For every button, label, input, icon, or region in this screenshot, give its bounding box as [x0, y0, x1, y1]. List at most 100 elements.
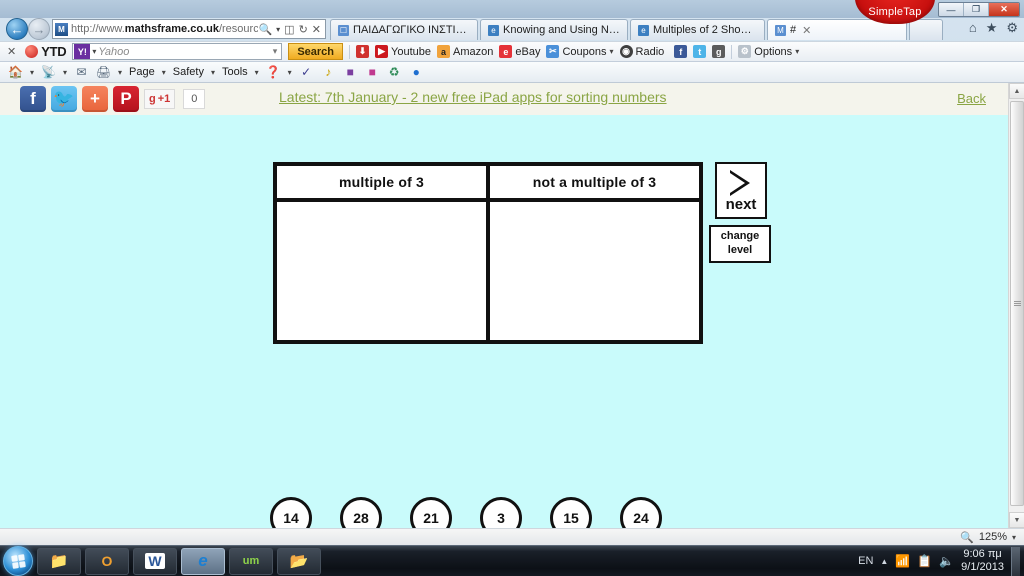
mail-icon[interactable]: ✉ [74, 65, 89, 79]
number-token[interactable]: 14 [270, 497, 312, 528]
toolbar-item-radio[interactable]: ◉ Radio [619, 45, 664, 58]
bluetooth-icon[interactable]: ● [409, 65, 424, 79]
show-hidden-icons-icon[interactable]: ▲ [880, 557, 888, 566]
drop-zone-not-multiple[interactable] [490, 202, 699, 340]
toolbar-item-amazon[interactable]: a Amazon [437, 45, 493, 58]
number-token[interactable]: 3 [480, 497, 522, 528]
language-indicator[interactable]: EN [858, 555, 873, 567]
search-input[interactable]: Yahoo [96, 46, 268, 58]
twitter-share-button[interactable]: 🐦 [51, 86, 77, 112]
show-desktop-button[interactable] [1011, 546, 1020, 576]
minimize-button[interactable]: — [939, 3, 964, 16]
chevron-down-icon[interactable]: ▾ [255, 68, 259, 77]
close-toolbar-icon[interactable]: ✕ [4, 45, 19, 58]
drop-zone-multiple[interactable] [277, 202, 490, 340]
change-level-line2: level [727, 244, 753, 256]
addthis-share-button[interactable]: + [82, 86, 108, 112]
menu-safety[interactable]: Safety [173, 66, 204, 78]
back-link[interactable]: Back [957, 91, 986, 106]
taskbar-explorer-folder[interactable]: 📁 [37, 547, 81, 575]
tab-2[interactable]: e Multiples of 2 Shootout [630, 19, 765, 40]
number-token[interactable]: 28 [340, 497, 382, 528]
clock[interactable]: 9:06 πμ 9/1/2013 [961, 548, 1004, 573]
ebay-icon: e [499, 45, 513, 58]
tools-gear-icon[interactable]: ⚙ [1006, 20, 1018, 36]
maximize-button[interactable]: ❐ [964, 3, 989, 16]
google-plusone-button[interactable]: g +1 [144, 89, 176, 109]
action-center-icon[interactable]: 📋 [917, 554, 932, 568]
favorites-star-icon[interactable]: ★ [986, 20, 998, 36]
chevron-down-icon[interactable]: ▾ [211, 68, 215, 77]
zoom-icon[interactable]: 🔍 [960, 531, 974, 544]
taskbar-outlook[interactable]: O [85, 547, 129, 575]
chevron-down-icon[interactable]: ▾ [162, 68, 166, 77]
close-icon[interactable]: ✕ [802, 24, 811, 37]
forward-button[interactable]: → [28, 18, 50, 40]
zoom-level-label[interactable]: 125% [979, 531, 1007, 543]
scroll-up-icon[interactable]: ▲ [1009, 83, 1024, 99]
play-triangle-icon [730, 169, 752, 196]
chevron-down-icon[interactable]: ▾ [63, 68, 67, 77]
close-button[interactable]: ✕ [989, 3, 1019, 16]
toolbar-options-button[interactable]: ⚙ Options ▾ [738, 45, 799, 58]
tab-0[interactable]: ☐ ΠΑΙΔΑΓΩΓΙΚΟ ΙΝΣΤΙΤΟΥΤΟ ΚΥ... [330, 19, 478, 40]
taskbar-media-player[interactable]: um [229, 547, 273, 575]
explorer-icon: 📂 [289, 553, 309, 570]
menu-tools[interactable]: Tools [222, 66, 248, 78]
taskbar-explorer-window[interactable]: 📂 [277, 547, 321, 575]
new-tab-button[interactable] [909, 19, 943, 40]
taskbar-word[interactable]: W [133, 547, 177, 575]
chevron-down-icon[interactable]: ▾ [118, 68, 122, 77]
tab-1[interactable]: e Knowing and Using Number F... [480, 19, 628, 40]
facebook-icon[interactable]: f [674, 45, 688, 58]
number-token[interactable]: 21 [410, 497, 452, 528]
home-icon[interactable]: 🏠 [8, 65, 23, 79]
chevron-down-icon[interactable]: ▾ [30, 68, 34, 77]
print-icon[interactable]: 🖨 [96, 65, 111, 79]
toolbar-item-youtube[interactable]: ▶ Youtube [375, 45, 431, 58]
recycle-icon[interactable]: ♻ [387, 65, 402, 79]
scroll-down-icon[interactable]: ▼ [1009, 512, 1024, 528]
compatibility-view-icon[interactable]: ◫ [284, 23, 294, 36]
yahoo-badge-icon: Y! [74, 44, 91, 59]
norton-purple-icon[interactable]: ■ [343, 65, 358, 79]
windows-start-orb[interactable] [3, 546, 33, 576]
download-icon[interactable]: ⬇ [356, 45, 370, 58]
google-plus-icon[interactable]: g [712, 45, 726, 58]
chevron-down-icon[interactable]: ▾ [276, 25, 280, 34]
pinterest-share-button[interactable]: P [113, 86, 139, 112]
refresh-icon[interactable]: ↻ [299, 23, 308, 36]
vertical-scrollbar[interactable]: ▲ ▼ [1008, 83, 1024, 528]
search-button[interactable]: Search [288, 43, 344, 60]
menu-page[interactable]: Page [129, 66, 155, 78]
network-warning-icon[interactable]: 📶 [895, 554, 910, 568]
chevron-down-icon[interactable]: ▾ [288, 68, 292, 77]
help-icon[interactable]: ❓ [266, 65, 281, 79]
stop-icon[interactable]: ✕ [312, 23, 321, 36]
scrollbar-thumb[interactable] [1010, 101, 1024, 506]
feeds-icon[interactable]: 📡 [41, 65, 56, 79]
yahoo-search-box[interactable]: Y! ▾ Yahoo ▾ [72, 43, 283, 60]
change-level-button[interactable]: change level [709, 225, 771, 263]
latest-news-link[interactable]: Latest: 7th January - 2 new free iPad ap… [279, 89, 667, 105]
chevron-down-icon[interactable]: ▾ [1012, 533, 1016, 542]
twitter-icon[interactable]: t [693, 45, 707, 58]
number-token[interactable]: 15 [550, 497, 592, 528]
spellcheck-icon[interactable]: ✓ [299, 65, 314, 79]
status-bar: 🔍 125% ▾ [0, 528, 1024, 545]
toolbar-item-coupons[interactable]: ✂ Coupons ▾ [546, 45, 614, 58]
music-note-icon[interactable]: ♪ [321, 65, 336, 79]
taskbar-internet-explorer[interactable]: e [181, 547, 225, 575]
back-button[interactable]: ← [6, 18, 28, 40]
next-button[interactable]: next [715, 162, 767, 219]
norton-pink-icon[interactable]: ■ [365, 65, 380, 79]
tab-label: Knowing and Using Number F... [503, 24, 620, 36]
number-token[interactable]: 24 [620, 497, 662, 528]
toolbar-item-ebay[interactable]: e eBay [499, 45, 540, 58]
search-icon[interactable]: 🔍 [258, 23, 272, 36]
address-bar[interactable]: M http://www.mathsframe.co.uk/resources/… [52, 19, 326, 39]
volume-icon[interactable]: 🔈 [939, 554, 954, 568]
facebook-share-button[interactable]: f [20, 86, 46, 112]
chevron-down-icon[interactable]: ▾ [269, 46, 282, 57]
home-icon[interactable]: ⌂ [969, 20, 977, 36]
